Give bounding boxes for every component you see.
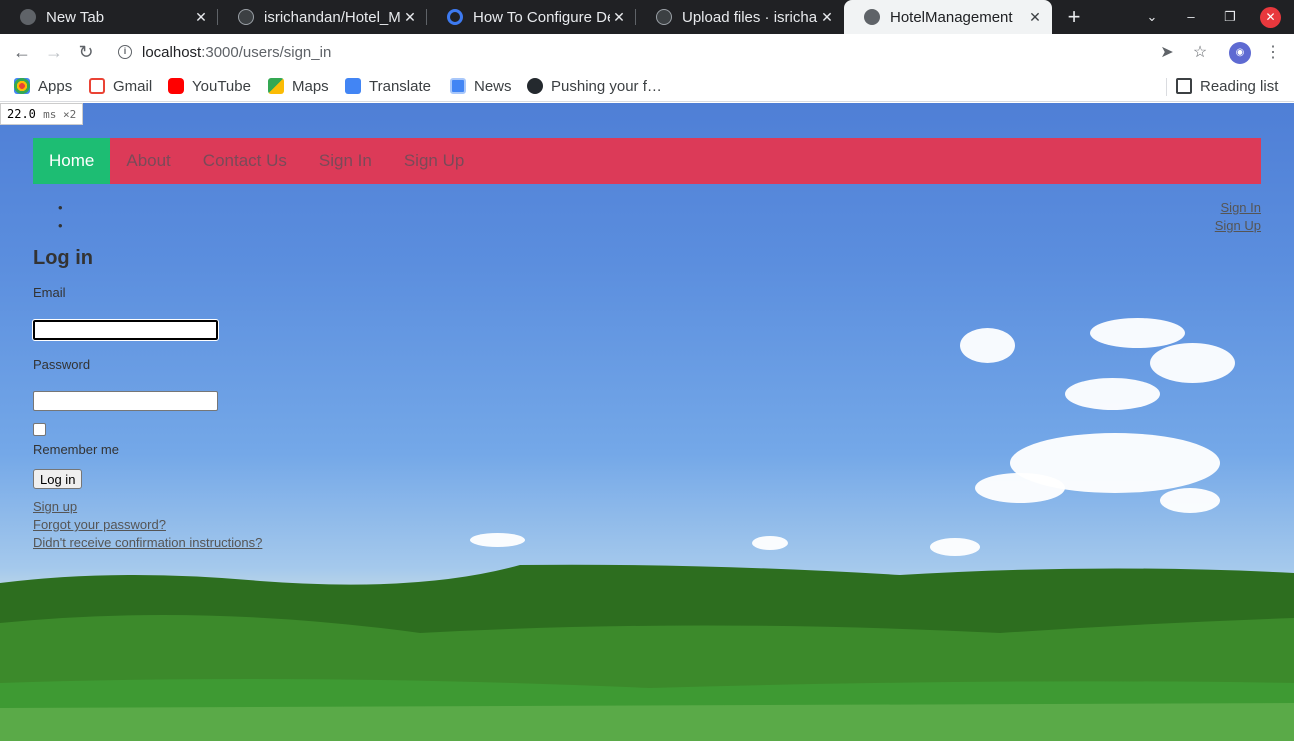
apps-grid-icon bbox=[14, 78, 30, 94]
cloud bbox=[975, 473, 1065, 503]
email-label: Email bbox=[33, 285, 66, 300]
github-icon bbox=[527, 78, 543, 94]
account-links: Sign In Sign Up bbox=[1215, 199, 1261, 235]
tab-digitalocean[interactable]: How To Configure De ✕ bbox=[427, 0, 636, 34]
bookmark-pushing[interactable]: Pushing your f… bbox=[527, 76, 662, 96]
profile-avatar[interactable]: ◉ bbox=[1229, 42, 1251, 64]
bookmark-translate[interactable]: Translate bbox=[345, 76, 431, 96]
tab-hotelmanagement[interactable]: HotelManagement ✕ bbox=[844, 0, 1052, 34]
nav-contact-us[interactable]: Contact Us bbox=[187, 138, 303, 184]
browser-toolbar: ← → ↻ i localhost:3000/users/sign_in ➤ ☆… bbox=[0, 34, 1294, 70]
tab-upload-files[interactable]: Upload files · isrichan ✕ bbox=[636, 0, 844, 34]
password-label: Password bbox=[33, 357, 91, 372]
minimize-icon[interactable]: – bbox=[1177, 0, 1205, 34]
digitalocean-icon bbox=[447, 9, 463, 25]
cloud bbox=[930, 538, 980, 556]
close-icon[interactable]: ✕ bbox=[401, 9, 419, 26]
bookmark-news[interactable]: News bbox=[450, 76, 512, 96]
bookmark-youtube[interactable]: YouTube bbox=[168, 76, 251, 96]
cloud bbox=[1065, 378, 1160, 410]
url-text: localhost:3000/users/sign_in bbox=[142, 44, 332, 61]
cloud bbox=[752, 536, 788, 550]
new-tab-button[interactable]: + bbox=[1062, 0, 1086, 34]
bookmark-maps[interactable]: Maps bbox=[268, 76, 329, 96]
render-time-badge: 22.0 ms ×2 bbox=[0, 103, 84, 125]
page-viewport: 22.0 ms ×2 Home About Contact Us Sign In… bbox=[0, 103, 1294, 741]
tab-search-icon[interactable]: ⌄ bbox=[1138, 0, 1166, 34]
login-form: Log in Email Password Remember me Log in bbox=[32, 247, 219, 489]
sign-up-link[interactable]: Sign Up bbox=[1215, 217, 1261, 235]
page-title: Log in bbox=[33, 247, 93, 269]
tab-label: How To Configure De bbox=[473, 8, 610, 26]
main-navbar: Home About Contact Us Sign In Sign Up bbox=[33, 138, 1261, 184]
tab-label: New Tab bbox=[46, 8, 105, 26]
back-icon[interactable]: ← bbox=[8, 38, 36, 66]
bookmarks-bar: Apps Gmail YouTube Maps Translate News P… bbox=[0, 70, 1294, 102]
tab-label: Upload files · isrichan bbox=[682, 8, 818, 26]
reading-list-icon bbox=[1176, 78, 1192, 94]
forgot-password-link[interactable]: Forgot your password? bbox=[33, 516, 262, 534]
tab-strip: New Tab ✕ isrichandan/Hotel_M ✕ How To C… bbox=[0, 0, 1294, 34]
news-icon bbox=[450, 78, 466, 94]
nav-about[interactable]: About bbox=[110, 138, 186, 184]
chrome-icon bbox=[20, 9, 36, 25]
tab-github-hotel[interactable]: isrichandan/Hotel_M ✕ bbox=[218, 0, 427, 34]
confirmation-instructions-link[interactable]: Didn't receive confirmation instructions… bbox=[33, 534, 262, 552]
email-field[interactable] bbox=[32, 319, 219, 341]
close-icon[interactable]: ✕ bbox=[192, 9, 210, 26]
tab-label: isrichandan/Hotel_M bbox=[264, 8, 401, 26]
forward-icon[interactable]: → bbox=[40, 38, 68, 66]
maps-icon bbox=[268, 78, 284, 94]
gmail-icon bbox=[89, 78, 105, 94]
bookmark-gmail[interactable]: Gmail bbox=[89, 76, 152, 96]
reload-icon[interactable]: ↻ bbox=[72, 38, 100, 66]
youtube-icon bbox=[168, 78, 184, 94]
sign-in-link[interactable]: Sign In bbox=[1215, 199, 1261, 217]
nav-sign-up[interactable]: Sign Up bbox=[388, 138, 480, 184]
close-icon[interactable]: ✕ bbox=[818, 9, 836, 26]
divider bbox=[1166, 78, 1167, 96]
close-icon[interactable]: ✕ bbox=[610, 9, 628, 26]
nav-home[interactable]: Home bbox=[33, 138, 111, 184]
menu-icon[interactable]: ⋮ bbox=[1263, 43, 1283, 63]
restore-icon[interactable]: ❐ bbox=[1216, 0, 1244, 34]
landscape-background bbox=[0, 564, 1294, 741]
tab-label: HotelManagement bbox=[890, 8, 1013, 26]
sign-up-link[interactable]: Sign up bbox=[33, 498, 262, 516]
bookmark-apps[interactable]: Apps bbox=[14, 76, 72, 96]
reading-list-button[interactable]: Reading list bbox=[1176, 76, 1278, 96]
cloud bbox=[1160, 488, 1220, 513]
translate-icon bbox=[345, 78, 361, 94]
globe-icon bbox=[864, 9, 880, 25]
address-bar[interactable]: i localhost:3000/users/sign_in bbox=[108, 37, 1218, 67]
remember-me-checkbox[interactable] bbox=[33, 423, 46, 436]
shared-links: Sign up Forgot your password? Didn't rec… bbox=[33, 498, 262, 552]
nav-sign-in[interactable]: Sign In bbox=[303, 138, 388, 184]
remember-me-label: Remember me bbox=[33, 442, 119, 457]
star-icon[interactable]: ☆ bbox=[1190, 43, 1210, 63]
github-icon bbox=[656, 9, 672, 25]
send-icon[interactable]: ➤ bbox=[1157, 43, 1177, 63]
github-icon bbox=[238, 9, 254, 25]
site-info-icon[interactable]: i bbox=[118, 45, 132, 59]
cloud bbox=[960, 328, 1015, 363]
log-in-button[interactable]: Log in bbox=[33, 469, 83, 489]
cloud bbox=[1150, 343, 1235, 383]
cloud bbox=[1090, 318, 1185, 348]
password-field[interactable] bbox=[33, 391, 218, 411]
cloud bbox=[470, 533, 525, 547]
close-window-icon[interactable]: ✕ bbox=[1260, 7, 1281, 28]
close-icon[interactable]: ✕ bbox=[1026, 9, 1044, 26]
tab-new-tab[interactable]: New Tab ✕ bbox=[0, 0, 218, 34]
empty-bullet-list: • • bbox=[58, 200, 63, 233]
